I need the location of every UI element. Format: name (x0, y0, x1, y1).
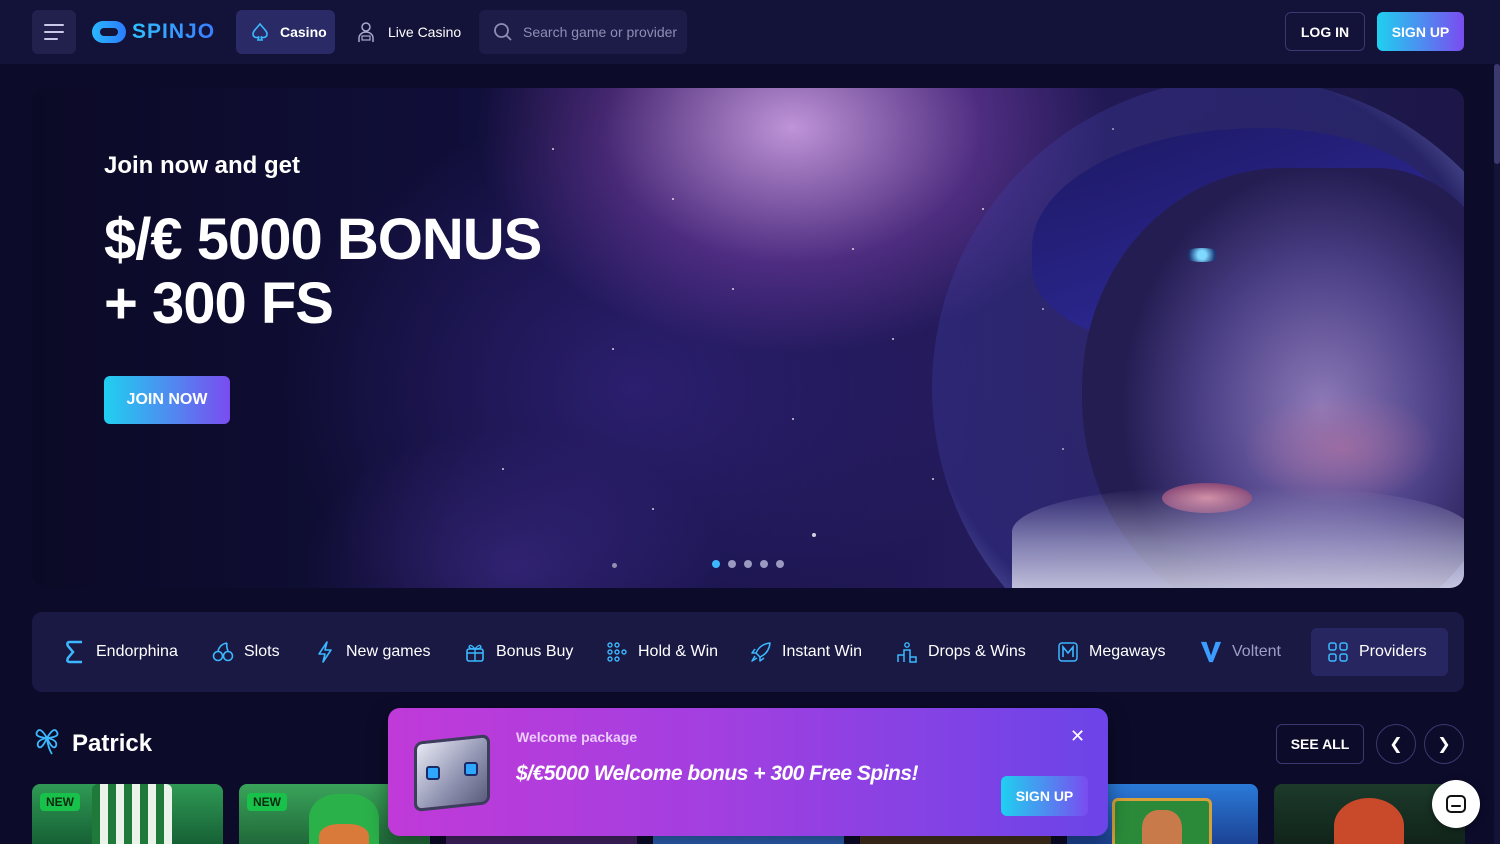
hero-title-line2: + 300 FS (104, 271, 334, 336)
category-providers[interactable]: Providers (1311, 628, 1448, 676)
login-button[interactable]: LOG IN (1285, 12, 1365, 51)
section-title-text: Patrick (72, 730, 153, 757)
spade-icon (252, 22, 268, 41)
category-label: New games (346, 643, 431, 660)
rocket-icon (750, 641, 772, 663)
lightning-icon (314, 641, 336, 663)
category-bonus-buy[interactable]: Bonus Buy (464, 628, 573, 676)
nav-casino[interactable]: Casino (236, 10, 335, 54)
hero-title-line1: $/€ 5000 BONUS (104, 207, 542, 272)
category-instant-win[interactable]: Instant Win (750, 628, 862, 676)
carousel-next-button[interactable]: ❯ (1424, 724, 1464, 764)
chevron-left-icon: ❮ (1389, 736, 1403, 753)
category-label: Endorphina (96, 643, 178, 660)
search-box (479, 10, 687, 54)
logo-mark-icon (92, 21, 126, 43)
dealer-icon (358, 22, 374, 42)
carousel-prev-button[interactable]: ❮ (1376, 724, 1416, 764)
carousel-dot[interactable] (744, 560, 752, 568)
slots-icon (212, 641, 234, 663)
chat-icon (1446, 795, 1466, 813)
carousel-dot[interactable] (776, 560, 784, 568)
category-megaways[interactable]: Megaways (1057, 628, 1165, 676)
popup-subtitle: Welcome package (516, 729, 638, 745)
nav-live-casino[interactable]: Live Casino (356, 10, 461, 54)
endorphina-logo-icon (64, 640, 86, 664)
signup-button[interactable]: SIGN UP (1377, 12, 1464, 51)
category-bar: Endorphina Slots New games Bonus Buy Hol… (32, 612, 1464, 692)
category-endorphina[interactable]: Endorphina (64, 628, 178, 676)
grid-dots-icon (606, 641, 628, 663)
join-now-button[interactable]: JOIN NOW (104, 376, 230, 424)
category-new-games[interactable]: New games (314, 628, 430, 676)
hero-subtitle: Join now and get (104, 152, 300, 179)
providers-grid-icon (1327, 641, 1349, 663)
welcome-popup: Welcome package $/€5000 Welcome bonus + … (388, 708, 1108, 836)
carousel-dots (712, 560, 784, 568)
chat-button[interactable] (1432, 780, 1480, 828)
search-input[interactable] (523, 24, 683, 40)
treasure-chest-icon (408, 728, 496, 814)
see-all-button[interactable]: SEE ALL (1276, 724, 1364, 764)
category-drops-and-wins[interactable]: Drops & Wins (896, 628, 1026, 676)
new-badge: NEW (40, 793, 80, 811)
podium-icon (896, 641, 918, 663)
category-label: Bonus Buy (496, 643, 574, 660)
megaways-icon (1057, 641, 1079, 663)
logo-text: SPINJO (132, 20, 216, 43)
menu-line-icon (44, 31, 64, 33)
category-label: Voltent (1232, 643, 1281, 660)
popup-title: $/€5000 Welcome bonus + 300 Free Spins! (516, 762, 919, 785)
menu-button[interactable] (32, 10, 76, 54)
hero-title: $/€ 5000 BONUS + 300 FS (104, 208, 624, 336)
scrollbar-thumb[interactable] (1494, 64, 1500, 164)
category-voltent[interactable]: Voltent (1200, 628, 1281, 676)
logo[interactable]: SPINJO (92, 18, 215, 46)
astronaut-eye (1182, 248, 1222, 262)
astronaut-suit (1012, 488, 1464, 588)
menu-line-icon (44, 24, 64, 26)
menu-line-icon (44, 38, 58, 40)
category-label: Providers (1359, 643, 1427, 660)
game-tile[interactable]: NEW (32, 784, 223, 844)
clover-icon (32, 724, 62, 764)
section-title: Patrick (32, 726, 152, 762)
voltent-logo-icon (1200, 641, 1222, 663)
category-label: Instant Win (782, 643, 863, 660)
category-label: Drops & Wins (928, 643, 1026, 660)
chevron-right-icon: ❯ (1437, 736, 1451, 753)
page-scrollbar[interactable] (1494, 64, 1500, 844)
nav-casino-label: Casino (280, 24, 327, 40)
category-slots[interactable]: Slots (212, 628, 280, 676)
category-label: Megaways (1089, 643, 1166, 660)
category-label: Slots (244, 643, 280, 660)
search-icon (494, 23, 512, 41)
top-header: SPINJO Casino Live Casino LOG IN SIGN UP (0, 0, 1500, 64)
category-label: Hold & Win (638, 643, 719, 660)
carousel-dot[interactable] (760, 560, 768, 568)
nav-live-label: Live Casino (388, 24, 462, 40)
hero-banner[interactable]: Join now and get $/€ 5000 BONUS + 300 FS… (32, 88, 1464, 588)
gift-icon (464, 641, 486, 663)
new-badge: NEW (247, 793, 287, 811)
popup-signup-button[interactable]: SIGN UP (1001, 776, 1088, 816)
carousel-dot[interactable] (728, 560, 736, 568)
close-icon[interactable]: ✕ (1070, 726, 1085, 747)
carousel-dot[interactable] (712, 560, 720, 568)
category-hold-and-win[interactable]: Hold & Win (606, 628, 718, 676)
